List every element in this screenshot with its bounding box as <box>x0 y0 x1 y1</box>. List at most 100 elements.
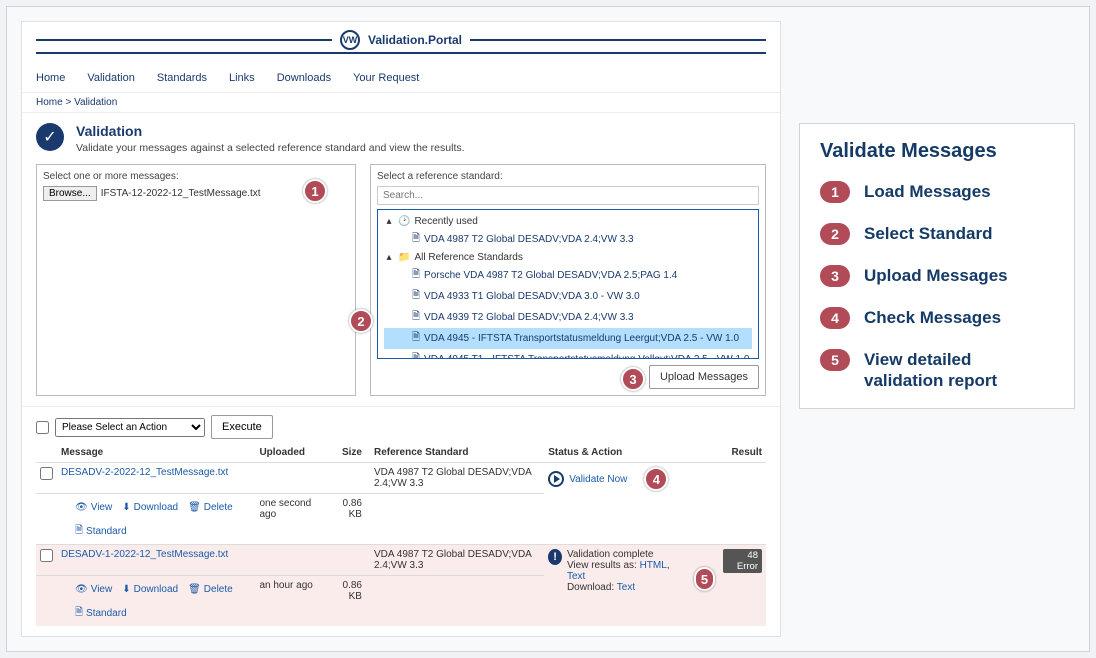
legend-badge: 2 <box>820 223 850 245</box>
doc-icon: 🗎 <box>412 351 420 359</box>
check-icon: ✓ <box>36 123 64 151</box>
action-bar: Please Select an Action Execute <box>22 406 780 443</box>
row-checkbox[interactable] <box>40 549 53 562</box>
clock-icon: 🕑 <box>398 216 410 227</box>
upload-messages-button[interactable]: Upload Messages <box>649 365 759 389</box>
download-link[interactable]: ⬇ Download <box>122 502 178 513</box>
nav-downloads[interactable]: Downloads <box>277 72 331 84</box>
view-html-link[interactable]: HTML <box>640 560 667 571</box>
trash-icon: 🗑 <box>188 502 201 513</box>
row-standard: VDA 4987 T2 Global DESADV;VDA 2.4;VW 3.3 <box>370 463 544 494</box>
standard-link[interactable]: 🗎 Standard <box>75 605 251 622</box>
col-uploaded: Uploaded <box>255 443 327 463</box>
legend-title: Validate Messages <box>820 140 1054 163</box>
portal-screenshot: VW Validation.Portal Home Validation Sta… <box>21 21 781 637</box>
tree-all-label: All Reference Standards <box>414 252 522 263</box>
message-file[interactable]: DESADV-2-2022-12_TestMessage.txt <box>57 463 255 494</box>
legend-label: Upload Messages <box>864 265 1008 286</box>
status-view-as: View results as: HTML, Text <box>567 560 673 582</box>
nav-your-request[interactable]: Your Request <box>353 72 419 84</box>
legend-label: Check Messages <box>864 307 1001 328</box>
standard-link[interactable]: 🗎 Standard <box>75 523 251 540</box>
row-size: 0.86 KB <box>327 494 370 545</box>
standard-search-input[interactable] <box>377 186 759 205</box>
download-link[interactable]: ⬇ Download <box>122 584 178 595</box>
doc-icon: 🗎 <box>412 330 420 347</box>
bulk-action-select[interactable]: Please Select an Action <box>55 418 205 437</box>
folder-icon: 📁 <box>398 252 410 263</box>
callout-5: 5 <box>694 567 715 591</box>
row-uploaded: one second ago <box>255 494 327 545</box>
page-title: Validation <box>76 123 465 139</box>
play-icon[interactable] <box>548 471 564 487</box>
results-table: Message Uploaded Size Reference Standard… <box>36 443 766 626</box>
tree-item[interactable]: 🗎 VDA 4945 T1 - IFTSTA Transportstatusme… <box>384 349 752 359</box>
nav-validation[interactable]: Validation <box>87 72 135 84</box>
row-standard: VDA 4987 T2 Global DESADV;VDA 2.4;VW 3.3 <box>370 545 544 576</box>
col-standard: Reference Standard <box>370 443 544 463</box>
legend-label: Load Messages <box>864 181 991 202</box>
col-result: Result <box>719 443 766 463</box>
main-nav: Home Validation Standards Links Download… <box>22 66 780 92</box>
nav-standards[interactable]: Standards <box>157 72 207 84</box>
legend-item: 1 Load Messages <box>820 181 1054 203</box>
eye-icon: 👁 <box>75 502 88 513</box>
status-complete: Validation complete <box>567 549 673 560</box>
legend-panel: Validate Messages 1 Load Messages 2 Select … <box>799 123 1075 409</box>
select-all-checkbox[interactable] <box>36 421 49 434</box>
error-badge: 48 Error <box>723 549 762 573</box>
view-text-link[interactable]: Text <box>567 571 585 582</box>
tree-recently-used-label: Recently used <box>414 216 477 227</box>
trash-icon: 🗑 <box>188 584 201 595</box>
eye-icon: 👁 <box>75 584 88 595</box>
col-size: Size <box>327 443 370 463</box>
doc-icon: 🗎 <box>412 288 420 305</box>
vw-logo-icon: VW <box>340 30 360 50</box>
table-row: DESADV-2-2022-12_TestMessage.txt VDA 4987… <box>36 463 766 494</box>
breadcrumb-current: Validation <box>74 97 117 108</box>
view-link[interactable]: 👁 View <box>75 502 112 513</box>
validate-now-link[interactable]: Validate Now <box>569 474 627 485</box>
legend-badge: 1 <box>820 181 850 203</box>
legend-badge: 4 <box>820 307 850 329</box>
legend-badge: 5 <box>820 349 850 371</box>
portal-header: VW Validation.Portal <box>36 30 766 54</box>
standard-selector: Select a reference standard: ▴🕑Recently … <box>370 164 766 396</box>
tree-item[interactable]: 🗎 Porsche VDA 4987 T2 Global DESADV;VDA … <box>384 265 752 286</box>
portal-title: Validation.Portal <box>368 33 462 47</box>
legend-badge: 3 <box>820 265 850 287</box>
legend-label: View detailed validation report <box>864 349 1054 392</box>
doc-icon: 🗎 <box>75 523 83 540</box>
messages-selector: Select one or more messages: Browse... I… <box>36 164 356 396</box>
tree-item[interactable]: 🗎 VDA 4945 - IFTSTA Transportstatusmeldu… <box>384 328 752 349</box>
nav-home[interactable]: Home <box>36 72 65 84</box>
delete-link[interactable]: 🗑 Delete <box>188 502 233 513</box>
download-text-link[interactable]: Text <box>617 582 635 593</box>
status-download: Download: Text <box>567 582 673 593</box>
tree-item[interactable]: 🗎 VDA 4939 T2 Global DESADV;VDA 2.4;VW 3… <box>384 307 752 328</box>
breadcrumb-home[interactable]: Home <box>36 97 74 108</box>
delete-link[interactable]: 🗑 Delete <box>188 584 233 595</box>
page-head: ✓ Validation Validate your messages agai… <box>22 112 780 164</box>
legend-label: Select Standard <box>864 223 993 244</box>
breadcrumb: Home Validation <box>22 92 780 112</box>
tree-item[interactable]: 🗎 VDA 4933 T1 Global DESADV;VDA 3.0 - VW… <box>384 286 752 307</box>
collapse-icon[interactable]: ▴ <box>384 252 394 263</box>
standards-tree[interactable]: ▴ 🕑 Recently used 🗎 VDA 4987 T2 Global DES… <box>377 209 759 359</box>
doc-icon: 🗎 <box>412 309 420 326</box>
row-checkbox[interactable] <box>40 467 53 480</box>
nav-links[interactable]: Links <box>229 72 255 84</box>
messages-label: Select one or more messages: <box>43 171 349 182</box>
download-icon: ⬇ <box>122 502 130 513</box>
collapse-icon[interactable]: ▴ <box>384 216 394 227</box>
row-size: 0.86 KB <box>327 576 370 627</box>
message-file[interactable]: DESADV-1-2022-12_TestMessage.txt <box>57 545 255 576</box>
view-link[interactable]: 👁 View <box>75 584 112 595</box>
legend-item: 3 Upload Messages <box>820 265 1054 287</box>
execute-button[interactable]: Execute <box>211 415 273 439</box>
download-icon: ⬇ <box>122 584 130 595</box>
browse-button[interactable]: Browse... <box>43 186 97 201</box>
alert-icon: ! <box>548 549 562 565</box>
tree-item[interactable]: 🗎 VDA 4987 T2 Global DESADV;VDA 2.4;VW 3… <box>384 229 752 250</box>
legend-item: 2 Select Standard <box>820 223 1054 245</box>
